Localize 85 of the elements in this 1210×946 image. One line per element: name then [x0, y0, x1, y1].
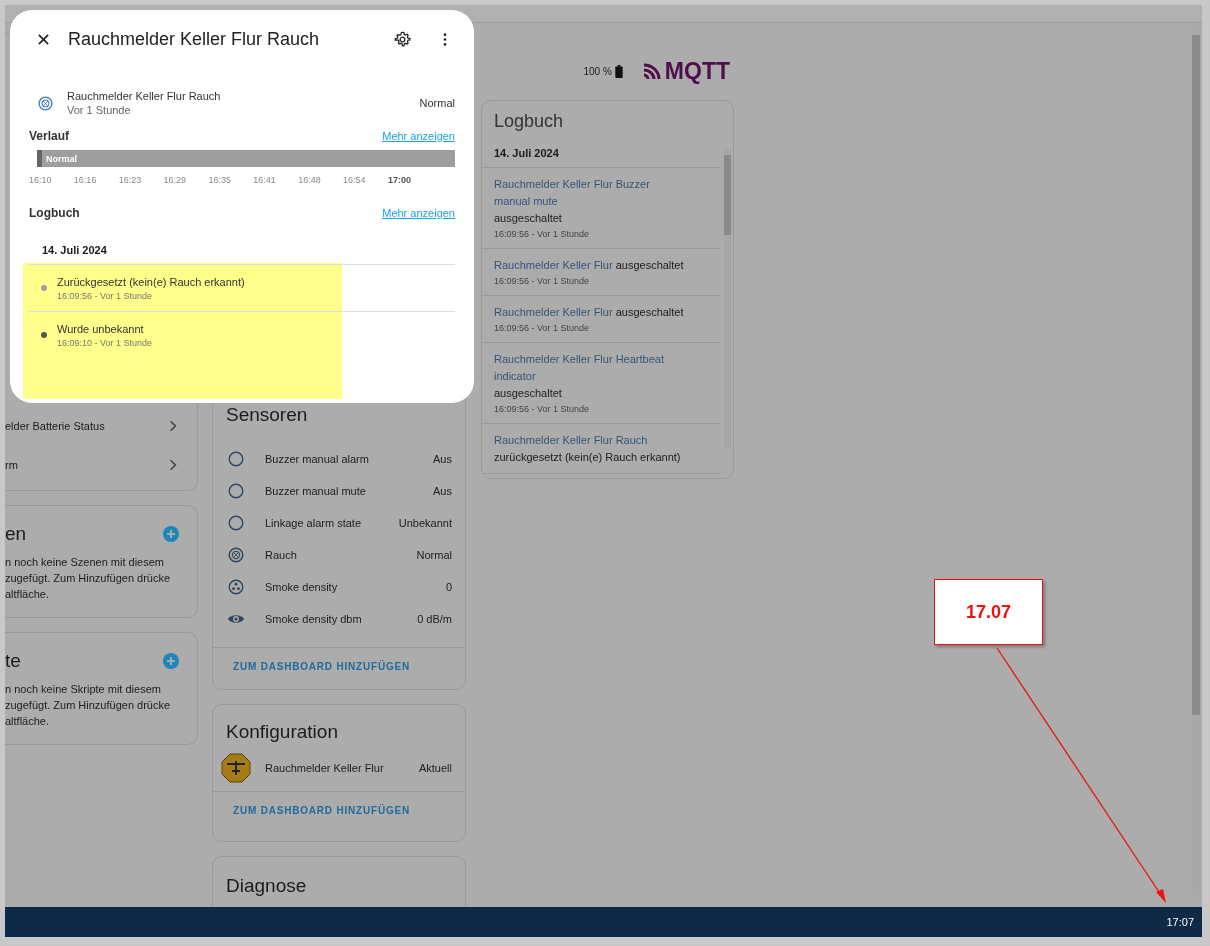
- entity-link[interactable]: Rauchmelder Keller Flur Heartbeat indicator: [494, 351, 687, 385]
- add-to-dashboard-button[interactable]: ZUM DASHBOARD HINZUFÜGEN: [225, 656, 418, 676]
- page-scrollbar[interactable]: [1192, 25, 1200, 895]
- add-icon[interactable]: [163, 653, 179, 669]
- time-tick: 16:41: [253, 175, 276, 185]
- time-tick: 17:00: [387, 175, 411, 185]
- card-title: te: [5, 650, 21, 672]
- list-item[interactable]: elder Batterie Status: [5, 406, 197, 445]
- time-tick: 16:16: [73, 175, 97, 185]
- show-more-link[interactable]: Mehr anzeigen: [382, 130, 455, 142]
- log-entry-time: 16:09:56 - Vor 1 Stunde: [494, 228, 591, 241]
- time-tick: 16:35: [208, 175, 231, 185]
- section-title: Logbuch: [29, 206, 80, 220]
- entity-state: Normal: [419, 97, 455, 109]
- show-more-link[interactable]: Mehr anzeigen: [382, 207, 455, 219]
- sensor-name[interactable]: Rauch: [265, 549, 417, 561]
- sensor-value: Aus: [433, 453, 452, 465]
- state-timeline-bar[interactable]: Normal: [37, 150, 455, 167]
- log-entry-time: 16:09:10 - Vor 1 Stunde: [57, 337, 153, 348]
- sensor-value: 0: [445, 581, 452, 593]
- last-changed: Vor 1 Stunde: [67, 104, 132, 116]
- device-logo-icon: [221, 753, 251, 783]
- card-text: n noch keine Szenen mit diesem zugefügt. Zum Hinzufügen drücke altfläche.: [5, 555, 172, 602]
- entity-link[interactable]: Rauchmelder Keller Flur Buzzer manual mute: [494, 176, 687, 210]
- section-title: Verlauf: [29, 129, 70, 143]
- close-icon[interactable]: [37, 32, 50, 46]
- settings-icon[interactable]: [394, 30, 411, 48]
- card-title: en: [5, 523, 27, 545]
- device-name[interactable]: Rauchmelder Keller Flur: [265, 762, 419, 774]
- circle-icon: [227, 514, 245, 532]
- log-entry-text: Rauchmelder Keller Flur ausgeschaltet: [494, 304, 687, 321]
- entity-link[interactable]: Rauchmelder Keller Flur: [494, 257, 613, 274]
- log-entry-text: Rauchmelder Keller Flur Heartbeat indicator ausgeschaltet: [494, 351, 687, 402]
- log-entry-text: Rauchmelder Keller Flur Rauch zurückgesetzt (kein(e) Rauch erkannt): [494, 432, 682, 465]
- sensor-value: 0 dB/m: [417, 613, 452, 625]
- sensor-name[interactable]: Smoke density: [265, 581, 446, 593]
- battery-icon: [614, 64, 623, 78]
- more-options-icon[interactable]: [443, 32, 447, 46]
- log-entry-time: 16:09:56 - Vor 1 Stunde: [494, 403, 591, 416]
- dots-circle-icon: [227, 578, 245, 596]
- card-text: n noch keine Skripte mit diesem zugefügt. Zum Hinzufügen drücke altfläche.: [5, 682, 172, 729]
- time-tick: 16:48: [298, 175, 321, 185]
- chevron-right-icon: [169, 458, 177, 471]
- sensor-name[interactable]: Buzzer manual alarm: [265, 453, 434, 465]
- date-heading: 14. Juli 2024: [482, 137, 721, 168]
- chevron-right-icon: [169, 419, 177, 432]
- log-entry-time: 16:09:56 - Vor 1 Stunde: [494, 275, 591, 288]
- card-title: Logbuch: [493, 111, 565, 133]
- entity-link[interactable]: Rauchmelder Keller Flur: [494, 304, 613, 321]
- smoke-detector-icon: [227, 546, 245, 564]
- add-to-dashboard-button[interactable]: ZUM DASHBOARD HINZUFÜGEN: [225, 800, 418, 820]
- time-tick: 16:23: [118, 175, 142, 185]
- dialog-title: Rauchmelder Keller Flur Rauch: [68, 28, 321, 50]
- log-entry-text: Zurückgesetzt (kein(e) Rauch erkannt): [57, 275, 245, 288]
- sensor-name[interactable]: Buzzer manual mute: [265, 485, 434, 497]
- time-tick: 16:10: [29, 175, 52, 185]
- sensor-name[interactable]: Linkage alarm state: [265, 517, 399, 529]
- card-title: Konfiguration: [225, 721, 339, 744]
- log-entry-text: Wurde unbekannt: [57, 322, 145, 335]
- time-tick: 16:29: [163, 175, 187, 185]
- sensor-value: Normal: [416, 549, 452, 561]
- list-item[interactable]: rm: [5, 445, 197, 484]
- log-entry-time: 16:09:56 - Vor 1 Stunde: [57, 290, 154, 301]
- sensor-name[interactable]: Smoke density dbm: [265, 613, 418, 625]
- log-entry-text: Rauchmelder Keller Flur ausgeschaltet: [494, 257, 687, 274]
- time-tick: 16:54: [343, 175, 366, 185]
- smoke-detector-icon: [37, 94, 54, 112]
- firmware-status: Aktuell: [418, 762, 452, 774]
- sensor-value: Aus: [433, 485, 452, 497]
- clock: 17:07: [1166, 916, 1194, 928]
- log-entry-text: Rauchmelder Keller Flur Buzzer manual mute ausgeschaltet: [494, 176, 687, 227]
- card-title: Diagnose: [225, 875, 308, 898]
- log-entry-time: 16:09:56 - Vor 1 Stunde: [494, 322, 591, 335]
- battery-level: 100 %: [583, 65, 612, 77]
- add-icon[interactable]: [163, 526, 179, 542]
- circle-icon: [227, 482, 245, 500]
- callout-box: 17.07: [934, 579, 1043, 645]
- sensor-value: Unbekannt: [398, 517, 452, 529]
- entity-link[interactable]: Rauchmelder Keller Flur Rauch: [494, 432, 648, 449]
- entity-name: Rauchmelder Keller Flur Rauch: [67, 90, 222, 102]
- card-title: Sensoren: [225, 404, 309, 427]
- date-heading: 14. Juli 2024: [29, 223, 455, 265]
- circle-icon: [227, 450, 245, 468]
- mqtt-logo: MQTT: [642, 57, 730, 85]
- scrollbar[interactable]: [724, 149, 731, 449]
